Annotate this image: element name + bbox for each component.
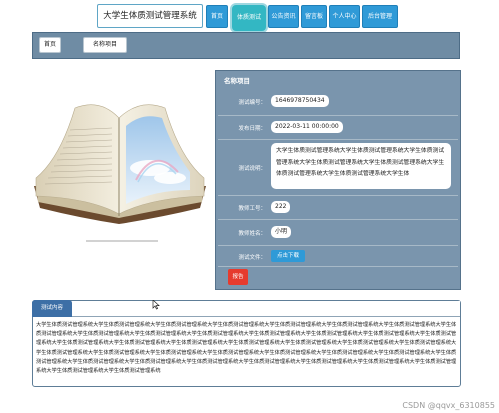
detail-panel: 名称项目 测试编号： 1646978750434 发布日期： 2022-03-1… [215, 70, 461, 290]
test-no-value: 1646978750434 [271, 95, 329, 107]
nav-physical-test[interactable]: 体质测试 [230, 3, 268, 33]
item-image [30, 68, 208, 248]
download-button[interactable]: 点击下载 [271, 250, 305, 262]
breadcrumb: 首页 名称项目 [32, 32, 460, 59]
nav-announcements[interactable]: 公告资讯 [268, 5, 299, 28]
test-file-label: 测试文件： [238, 255, 266, 261]
teacher-name-label: 教师姓名： [238, 231, 266, 237]
row-divider [218, 115, 458, 116]
nav-message-board[interactable]: 留言板 [301, 5, 327, 28]
row-divider [218, 219, 458, 220]
publish-date-label: 发布日期： [238, 126, 266, 132]
teacher-name-value: 小明 [271, 226, 292, 238]
breadcrumb-current[interactable]: 名称项目 [83, 37, 127, 53]
nav-admin[interactable]: 后台管理 [362, 5, 398, 28]
content-tab-bar: 测试内容 [32, 300, 460, 317]
mouse-cursor-icon [152, 300, 160, 310]
description-value: 大学生体质测试管理系统大学生体质测试管理系统大学生体质测试管理系统大学生体质测试… [271, 143, 451, 189]
publish-date-value: 2022-03-11 00:00:00 [271, 121, 343, 133]
test-content-panel: 测试内容 大学生体质测试管理系统大学生体质测试管理系统大学生体质测试管理系统大学… [32, 300, 461, 387]
site-title: 大学生体质测试管理系统 [97, 4, 203, 28]
report-button[interactable]: 报告 [228, 269, 248, 285]
description-label: 测试说明： [238, 166, 266, 172]
nav-personal-center[interactable]: 个人中心 [329, 5, 360, 28]
breadcrumb-home[interactable]: 首页 [39, 37, 61, 53]
nav-home[interactable]: 首页 [206, 5, 228, 28]
test-no-label: 测试编号： [238, 100, 266, 106]
test-content-text: 大学生体质测试管理系统大学生体质测试管理系统大学生体质测试管理系统大学生体质测试… [36, 322, 457, 375]
open-book-illustration [34, 104, 206, 242]
row-divider [218, 195, 458, 196]
teacher-no-value: 222 [271, 201, 291, 213]
watermark: CSDN @qqvx_6310855 [402, 401, 495, 410]
row-divider [218, 245, 458, 246]
teacher-no-label: 教师工号： [238, 206, 266, 212]
detail-title: 名称项目 [224, 77, 250, 85]
tab-test-content[interactable]: 测试内容 [32, 300, 72, 317]
row-divider [218, 266, 458, 267]
row-divider [218, 139, 458, 140]
